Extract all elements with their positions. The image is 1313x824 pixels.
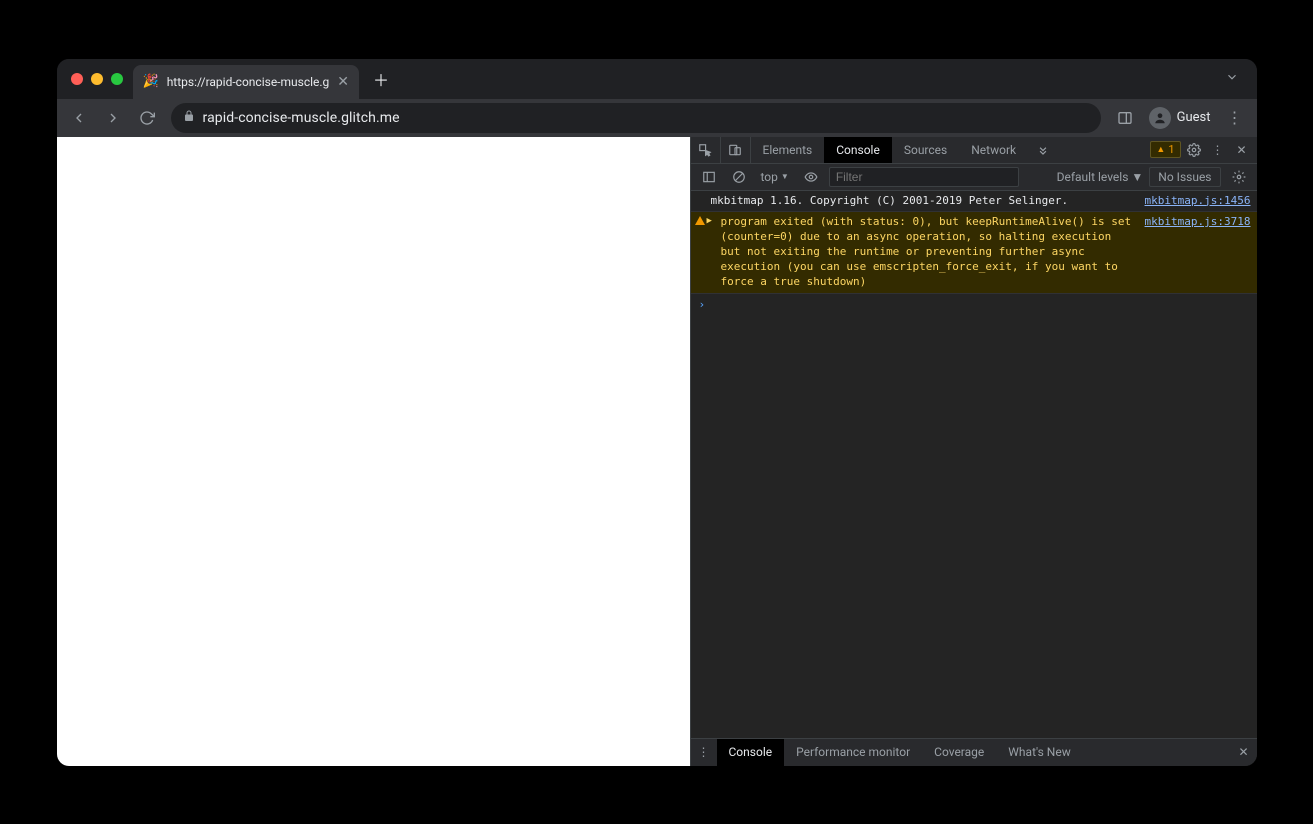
tab-favicon-icon: 🎉 [143,74,159,89]
warnings-badge[interactable]: ▲ 1 [1150,141,1180,158]
drawer-tab-whats-new[interactable]: What's New [996,739,1082,766]
console-toolbar: top ▼ Default levels ▼ No Issues [691,164,1257,191]
log-source-link[interactable]: mkbitmap.js:3718 [1137,215,1251,289]
console-warning-row[interactable]: ▶ program exited (with status: 0), but k… [691,212,1257,293]
browser-toolbar: rapid-concise-muscle.glitch.me Guest ⋮ [57,99,1257,137]
forward-button[interactable] [99,104,127,132]
profile-chip[interactable]: Guest [1145,107,1215,129]
devtools-panel: Elements Console Sources Network ▲ 1 ⋮ [690,137,1257,766]
tab-console[interactable]: Console [824,137,892,163]
tab-strip: 🎉 https://rapid-concise-muscle.g ✕ ＋ [57,59,1257,99]
execution-context-selector[interactable]: top ▼ [757,170,793,184]
drawer-tab-coverage[interactable]: Coverage [922,739,996,766]
expand-caret-icon[interactable]: ▶ [707,215,712,227]
dropdown-icon: ▼ [781,172,789,181]
page-viewport[interactable] [57,137,690,766]
live-expression-button[interactable] [799,170,823,184]
inspect-element-button[interactable] [691,137,721,163]
side-panel-button[interactable] [1111,104,1139,132]
clear-console-button[interactable] [727,170,751,184]
tab-close-icon[interactable]: ✕ [337,74,349,90]
browser-tab[interactable]: 🎉 https://rapid-concise-muscle.g ✕ [133,65,360,99]
log-message: program exited (with status: 0), but kee… [711,215,1137,289]
dropdown-icon: ▼ [1131,170,1143,184]
minimize-window-button[interactable] [91,73,103,85]
drawer-tab-performance-monitor[interactable]: Performance monitor [784,739,922,766]
issues-button[interactable]: No Issues [1149,167,1220,187]
content-area: Elements Console Sources Network ▲ 1 ⋮ [57,137,1257,766]
console-settings-button[interactable] [1227,170,1251,184]
devtools-menu-button[interactable]: ⋮ [1207,143,1229,157]
window-controls [65,73,133,85]
avatar-icon [1149,107,1171,129]
device-toolbar-button[interactable] [721,137,751,163]
tab-search-button[interactable] [1215,70,1249,88]
filter-input[interactable] [836,170,1012,184]
drawer-close-button[interactable]: ✕ [1231,739,1257,766]
back-button[interactable] [65,104,93,132]
more-tabs-button[interactable] [1028,137,1058,163]
new-tab-button[interactable]: ＋ [367,65,395,93]
warnings-count: 1 [1168,143,1174,156]
close-window-button[interactable] [71,73,83,85]
url-text: rapid-concise-muscle.glitch.me [203,110,400,126]
tab-sources[interactable]: Sources [892,137,959,163]
devtools-settings-button[interactable] [1183,143,1205,157]
reload-button[interactable] [133,104,161,132]
console-log-row[interactable]: mkbitmap 1.16. Copyright (C) 2001-2019 P… [691,191,1257,213]
log-source-link[interactable]: mkbitmap.js:1456 [1137,194,1251,209]
console-sidebar-toggle[interactable] [697,170,721,184]
drawer-menu-button[interactable]: ⋮ [691,739,717,766]
tab-title: https://rapid-concise-muscle.g [167,75,330,89]
devtools-tabbar: Elements Console Sources Network ▲ 1 ⋮ [691,137,1257,164]
tab-elements[interactable]: Elements [751,137,825,163]
browser-window: 🎉 https://rapid-concise-muscle.g ✕ ＋ rap… [57,59,1257,766]
warning-icon: ▲ [1156,144,1165,155]
maximize-window-button[interactable] [111,73,123,85]
address-bar[interactable]: rapid-concise-muscle.glitch.me [171,103,1101,133]
console-filter-input[interactable] [829,167,1019,187]
drawer-tab-console[interactable]: Console [717,739,785,766]
profile-label: Guest [1177,110,1211,125]
console-prompt[interactable]: › [691,294,1257,317]
devtools-close-button[interactable]: ✕ [1231,143,1253,157]
levels-label: Default levels [1057,170,1129,184]
lock-icon [183,110,195,125]
log-levels-selector[interactable]: Default levels ▼ [1057,170,1144,184]
context-label: top [761,170,778,184]
console-output: mkbitmap 1.16. Copyright (C) 2001-2019 P… [691,191,1257,738]
browser-menu-button[interactable]: ⋮ [1221,108,1249,127]
tab-network[interactable]: Network [959,137,1028,163]
log-message: mkbitmap 1.16. Copyright (C) 2001-2019 P… [711,194,1137,209]
devtools-drawer: ⋮ Console Performance monitor Coverage W… [691,738,1257,766]
